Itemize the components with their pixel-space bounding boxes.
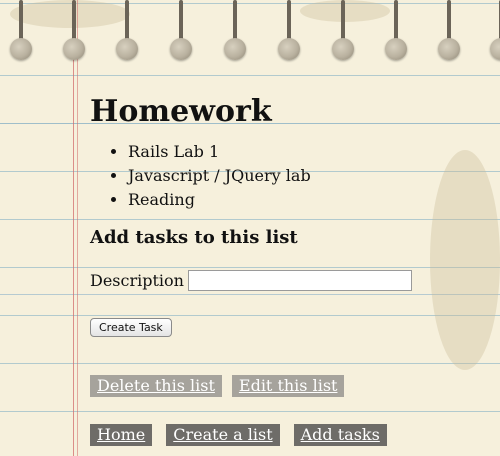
create-task-button[interactable]: Create Task <box>90 318 172 337</box>
binding-ring-icon <box>224 0 246 62</box>
add-tasks-link[interactable]: Add tasks <box>293 424 387 446</box>
spiral-binding <box>0 0 500 72</box>
binding-ring-icon <box>438 0 460 62</box>
description-label: Description <box>90 271 184 290</box>
add-tasks-heading: Add tasks to this list <box>90 227 298 248</box>
binding-ring-icon <box>10 0 32 62</box>
binding-ring-icon <box>490 0 500 62</box>
binding-ring-icon <box>63 0 85 62</box>
create-list-link[interactable]: Create a list <box>166 424 280 446</box>
description-input[interactable] <box>187 270 412 291</box>
binding-ring-icon <box>116 0 138 62</box>
task-item: Rails Lab 1 <box>128 140 480 164</box>
home-link[interactable]: Home <box>90 424 153 446</box>
delete-list-link[interactable]: Delete this list <box>90 375 222 397</box>
bottom-nav: Home Create a list Add tasks <box>90 424 401 446</box>
list-content: Homework Rails Lab 1 Javascript / JQuery… <box>90 92 480 337</box>
edit-list-link[interactable]: Edit this list <box>231 375 345 397</box>
binding-ring-icon <box>385 0 407 62</box>
binding-ring-icon <box>170 0 192 62</box>
task-item: Reading <box>128 188 480 212</box>
task-item: Javascript / JQuery lab <box>128 164 480 188</box>
list-title: Homework <box>90 94 272 129</box>
description-row: Description <box>90 270 480 291</box>
binding-ring-icon <box>278 0 300 62</box>
list-actions: Delete this list Edit this list <box>90 375 354 397</box>
binding-ring-icon <box>332 0 354 62</box>
task-list: Rails Lab 1 Javascript / JQuery lab Read… <box>90 140 480 212</box>
